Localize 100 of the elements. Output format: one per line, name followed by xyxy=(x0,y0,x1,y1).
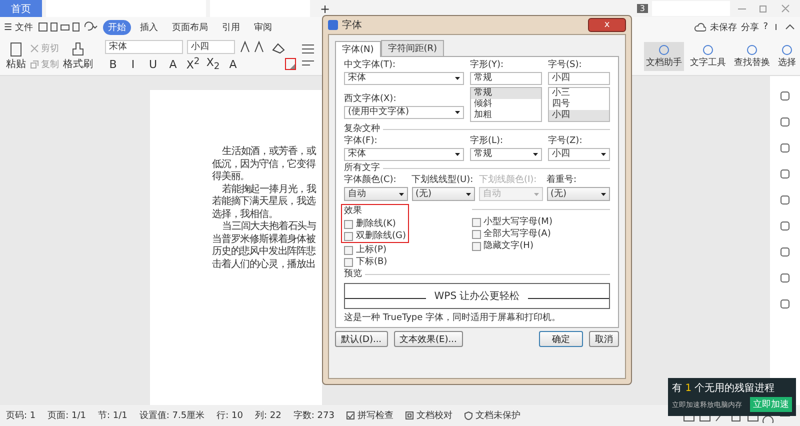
document-text: 历史的悲风中发出阵阵悲 xyxy=(212,246,317,258)
dropdown-field[interactable]: 常规 xyxy=(470,148,542,161)
dropdown-arrow-icon xyxy=(455,77,460,80)
app-icon xyxy=(328,20,338,30)
western-font-field[interactable]: (使用中文字体) xyxy=(344,106,464,119)
close-button[interactable]: x xyxy=(588,18,626,32)
paste-button[interactable]: 粘贴 xyxy=(6,41,26,71)
checkbox[interactable]: 下标(B) xyxy=(344,257,472,267)
format-button[interactable]: I xyxy=(125,58,141,70)
document-text: 当三闾大夫抱着石头与 xyxy=(221,221,318,234)
tool-icon xyxy=(745,44,759,56)
list-option[interactable]: 小四 xyxy=(549,110,609,121)
sidebar-tool-icon[interactable] xyxy=(779,298,791,310)
list-option[interactable]: 倾斜 xyxy=(471,99,541,110)
list-option[interactable]: 四号 xyxy=(549,99,609,110)
status-item: 列: 22 xyxy=(254,410,282,422)
font-style-field[interactable]: 常规 xyxy=(470,72,542,85)
field-label: 中文字体(T): xyxy=(344,60,397,71)
document-text: 若能摘下满天星辰，我选 xyxy=(212,196,317,208)
field-label: 着重号: xyxy=(546,175,578,186)
dialog-button[interactable]: 确定 xyxy=(539,331,583,347)
tool-button[interactable]: 文字工具 xyxy=(688,42,728,70)
dialog-button[interactable]: 取消 xyxy=(589,331,619,347)
format-button[interactable]: U xyxy=(145,58,161,70)
ribbon-tab[interactable]: 引用 xyxy=(216,20,245,34)
list-option[interactable]: 常规 xyxy=(471,88,541,99)
format-button[interactable]: X$^{2}$ xyxy=(185,56,201,72)
font-name-field[interactable]: 宋体 xyxy=(105,40,183,54)
tool-button[interactable]: 文档助手 xyxy=(644,42,684,70)
checkbox[interactable]: 上标(P) xyxy=(344,245,472,255)
dropdown-button[interactable]: 自动 xyxy=(344,187,408,201)
new-tab-button[interactable]: + xyxy=(314,0,336,17)
chinese-font-field[interactable]: 宋体 xyxy=(344,72,464,85)
field-label: 字体(F): xyxy=(344,136,378,147)
unsaved-status[interactable]: 未保存 xyxy=(710,20,738,34)
scissors-icon xyxy=(30,44,39,52)
checkbox[interactable]: 小型大写字母(M) xyxy=(472,217,610,227)
sidebar-tool-icon[interactable] xyxy=(779,272,791,284)
help-button[interactable]: ? xyxy=(763,22,768,32)
ribbon-tab[interactable]: 页面布局 xyxy=(166,20,213,34)
field-label: 字形(Y): xyxy=(470,60,505,71)
home-tab[interactable]: 首页 xyxy=(0,0,42,17)
format-painter-button[interactable]: 格式刷 xyxy=(63,41,93,71)
dialog-button[interactable]: 默认(D)... xyxy=(335,331,388,347)
tool-button[interactable]: 选择 xyxy=(776,42,798,70)
proofread-button[interactable]: 文档校对 xyxy=(416,409,452,422)
dialog-launcher-button[interactable] xyxy=(285,58,296,70)
dropdown-button[interactable]: (无) xyxy=(412,187,475,201)
checkbox[interactable]: 隐藏文字(H) xyxy=(472,241,610,251)
dropdown-button[interactable]: (无) xyxy=(546,187,610,201)
format-button[interactable]: A xyxy=(225,58,241,70)
clipboard-icon xyxy=(8,41,24,57)
dropdown-field[interactable]: 小四 xyxy=(548,148,610,161)
dropdown-arrow-icon xyxy=(601,153,606,156)
format-button[interactable]: B xyxy=(105,58,121,70)
tool-icon xyxy=(701,44,715,56)
checkbox[interactable]: 删除线(K) xyxy=(344,219,406,229)
ribbon-tab[interactable]: 开始 xyxy=(102,20,131,34)
dialog-tab[interactable]: 字符间距(R) xyxy=(380,40,444,56)
dropdown-field[interactable]: 宋体 xyxy=(344,148,464,161)
sidebar-tool-icon[interactable] xyxy=(779,142,791,154)
dialog-button[interactable]: 文本效果(E)... xyxy=(394,331,463,347)
tool-icon xyxy=(780,44,794,56)
sidebar-tool-icon[interactable] xyxy=(779,246,791,258)
document-text: 生活如酒，或芳香，或 xyxy=(221,146,318,158)
checkbox[interactable]: 双删除线(G) xyxy=(344,231,406,241)
spell-check-icon xyxy=(346,411,356,420)
dialog-tab[interactable]: 字体(N) xyxy=(335,41,381,57)
sidebar-tool-icon[interactable] xyxy=(779,194,791,206)
font-size-field[interactable]: 小四 xyxy=(548,72,610,85)
dropdown-arrow-icon xyxy=(601,192,606,196)
status-item: 页面: 1/1 xyxy=(48,410,86,422)
sidebar-tool-icon[interactable] xyxy=(779,116,791,128)
proofread-icon xyxy=(405,411,414,420)
sidebar-tool-icon[interactable] xyxy=(779,90,791,102)
checkbox[interactable]: 全部大写字母(A) xyxy=(472,229,610,239)
spell-check-button[interactable]: 拼写检查 xyxy=(357,409,394,422)
format-button[interactable]: A xyxy=(165,58,181,70)
status-item: 字数: 273 xyxy=(293,410,334,422)
dropdown-arrow-icon xyxy=(455,111,460,114)
protection-status[interactable]: 文档未保护 xyxy=(475,409,520,422)
document-text: 低沉，因为守信，它变得 xyxy=(212,158,317,170)
list-option[interactable]: 小三 xyxy=(549,88,609,99)
ribbon-tab[interactable]: 审阅 xyxy=(248,20,277,34)
status-item: 设置值: 7.5厘米 xyxy=(139,410,205,422)
sidebar-tool-icon[interactable] xyxy=(779,220,791,232)
dropdown-arrow-icon xyxy=(455,153,460,156)
list-option[interactable]: 加粗 xyxy=(471,110,541,121)
quick-access-icon[interactable] xyxy=(36,21,99,33)
window-count-badge: 3 xyxy=(636,4,648,13)
format-button[interactable]: X$_{2}$ xyxy=(205,56,221,72)
font-size-field[interactable]: 小四 xyxy=(187,40,235,54)
dropdown-arrow-icon xyxy=(466,192,471,196)
tool-button[interactable]: 查找替换 xyxy=(732,42,772,70)
share-button[interactable]: 分享 xyxy=(741,20,760,34)
ribbon-tab[interactable]: 插入 xyxy=(134,20,163,34)
section-heading: 复杂文种 xyxy=(344,124,380,135)
sidebar-tool-icon[interactable] xyxy=(779,168,791,180)
copy-icon xyxy=(30,60,39,68)
file-menu[interactable]: ☰ 文件 xyxy=(4,20,33,34)
